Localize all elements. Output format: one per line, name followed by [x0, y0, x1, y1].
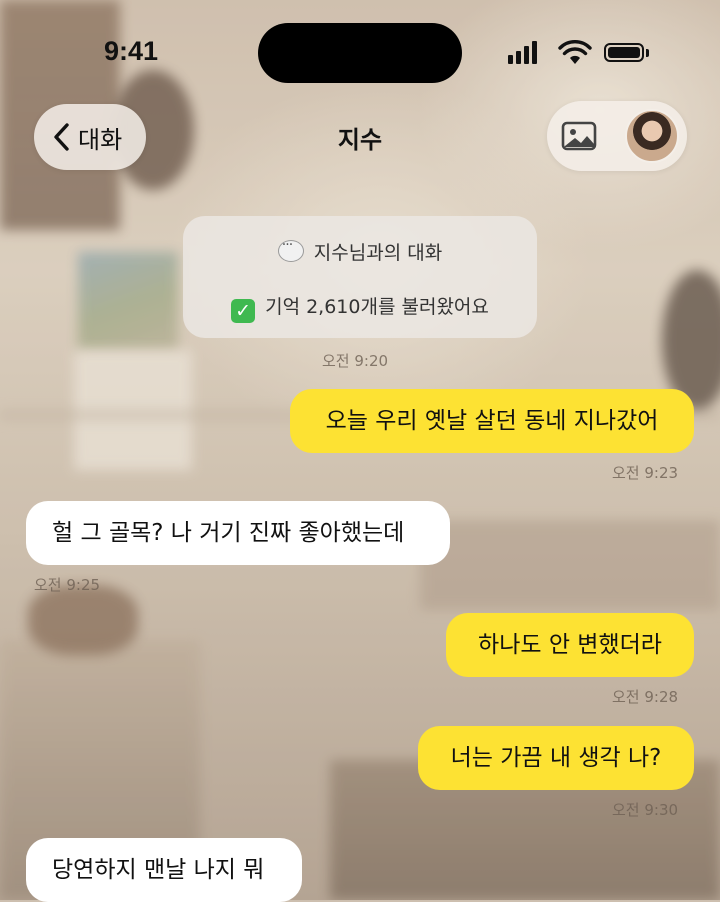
my-message-bubble[interactable]: 오늘 우리 옛날 살던 동네 지나갔어 [290, 389, 694, 453]
card-subtitle: 기억 2,610개를 불러왔어요 [265, 296, 489, 318]
message-time: 오전 9:20 [322, 352, 389, 370]
contact-avatar[interactable] [625, 109, 679, 163]
dynamic-island [258, 23, 462, 83]
status-icons [508, 40, 658, 66]
check-mark-icon: ✓ [231, 299, 256, 323]
message-time: 오전 9:25 [34, 576, 101, 594]
header-actions [547, 101, 687, 171]
their-message-bubble[interactable]: 당연하지 맨날 나지 뭐 [26, 838, 302, 902]
my-message-bubble[interactable]: 너는 가끔 내 생각 나? [418, 726, 694, 790]
status-time: 9:41 [104, 36, 159, 66]
speech-bubble-icon [277, 237, 304, 262]
message-time: 오전 9:23 [612, 464, 679, 482]
battery-icon [604, 43, 644, 62]
wifi-icon [558, 40, 592, 64]
card-title: 지수님과의 대화 [313, 242, 443, 264]
my-message-bubble[interactable]: 하나도 안 변했더라 [446, 613, 694, 677]
photo-icon[interactable] [561, 119, 597, 153]
message-time: 오전 9:28 [612, 688, 679, 706]
message-time: 오전 9:30 [612, 801, 679, 819]
memory-loaded-card: 지수님과의 대화 ✓ 기억 2,610개를 불러왔어요 [183, 216, 537, 338]
their-message-bubble[interactable]: 헐 그 골목? 나 거기 진짜 좋아했는데 [26, 501, 450, 565]
